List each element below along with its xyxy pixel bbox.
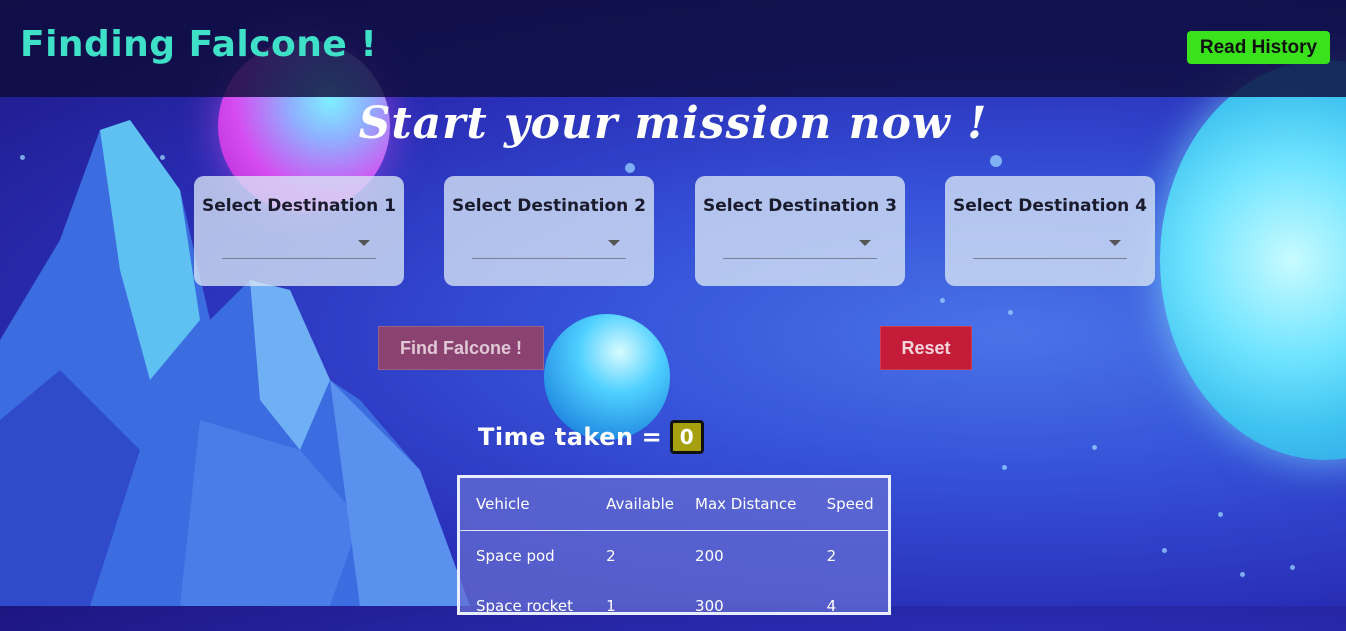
column-header-vehicle: Vehicle <box>460 478 606 531</box>
star <box>1162 548 1167 553</box>
vehicle-max-distance: 300 <box>695 597 724 615</box>
time-taken-value: 0 <box>669 420 704 454</box>
star <box>1240 572 1245 577</box>
time-equals-sign: = <box>641 423 662 451</box>
dropdown-arrow-icon <box>358 240 370 246</box>
table-row: Space pod 2 200 2 <box>460 531 888 582</box>
destination-2-label: Select Destination 2 <box>451 196 647 216</box>
star <box>625 163 635 173</box>
star <box>1092 445 1097 450</box>
vehicle-speed: 4 <box>826 597 837 615</box>
destination-card-1: Select Destination 1 <box>194 176 404 286</box>
vehicle-name: Space pod <box>476 547 555 565</box>
star <box>940 298 945 303</box>
destination-card-2: Select Destination 2 <box>444 176 654 286</box>
destination-1-select[interactable] <box>222 228 376 259</box>
dropdown-arrow-icon <box>859 240 871 246</box>
reset-button[interactable]: Reset <box>880 326 972 370</box>
star <box>1218 512 1223 517</box>
star <box>990 155 1002 167</box>
destination-2-select[interactable] <box>472 228 626 259</box>
time-taken-label: Time taken <box>478 423 634 451</box>
destination-3-select[interactable] <box>723 228 877 259</box>
vehicle-name: Space rocket <box>476 597 574 615</box>
destination-4-select[interactable] <box>973 228 1127 259</box>
time-taken-row: Time taken = 0 <box>478 418 704 456</box>
column-header-speed: Speed <box>825 478 888 531</box>
dropdown-arrow-icon <box>1109 240 1121 246</box>
destination-3-label: Select Destination 3 <box>702 196 898 216</box>
destination-card-4: Select Destination 4 <box>945 176 1155 286</box>
star <box>1008 310 1013 315</box>
page-heading: Start your mission now ! <box>358 98 988 149</box>
table-row: Space rocket 1 300 4 <box>460 581 888 631</box>
destination-card-3: Select Destination 3 <box>695 176 905 286</box>
vehicle-available: 1 <box>606 597 616 615</box>
star <box>20 155 25 160</box>
table-header-row: Vehicle Available Max Distance Speed <box>460 478 888 531</box>
app-title: Finding Falcone ! <box>20 24 378 65</box>
top-navbar: Finding Falcone ! Read History <box>0 0 1346 97</box>
vehicle-available: 2 <box>606 547 616 565</box>
column-header-available: Available <box>605 478 695 531</box>
destination-1-label: Select Destination 1 <box>201 196 397 216</box>
column-header-max-distance: Max Distance <box>694 478 826 531</box>
vehicle-speed: 2 <box>826 547 837 565</box>
vehicle-table: Vehicle Available Max Distance Speed Spa… <box>457 475 891 615</box>
destination-4-label: Select Destination 4 <box>952 196 1148 216</box>
star <box>160 155 165 160</box>
dropdown-arrow-icon <box>608 240 620 246</box>
star <box>1002 465 1007 470</box>
vehicle-max-distance: 200 <box>695 547 724 565</box>
read-history-button[interactable]: Read History <box>1187 31 1330 64</box>
find-falcone-button[interactable]: Find Falcone ! <box>378 326 544 370</box>
star <box>1290 565 1295 570</box>
